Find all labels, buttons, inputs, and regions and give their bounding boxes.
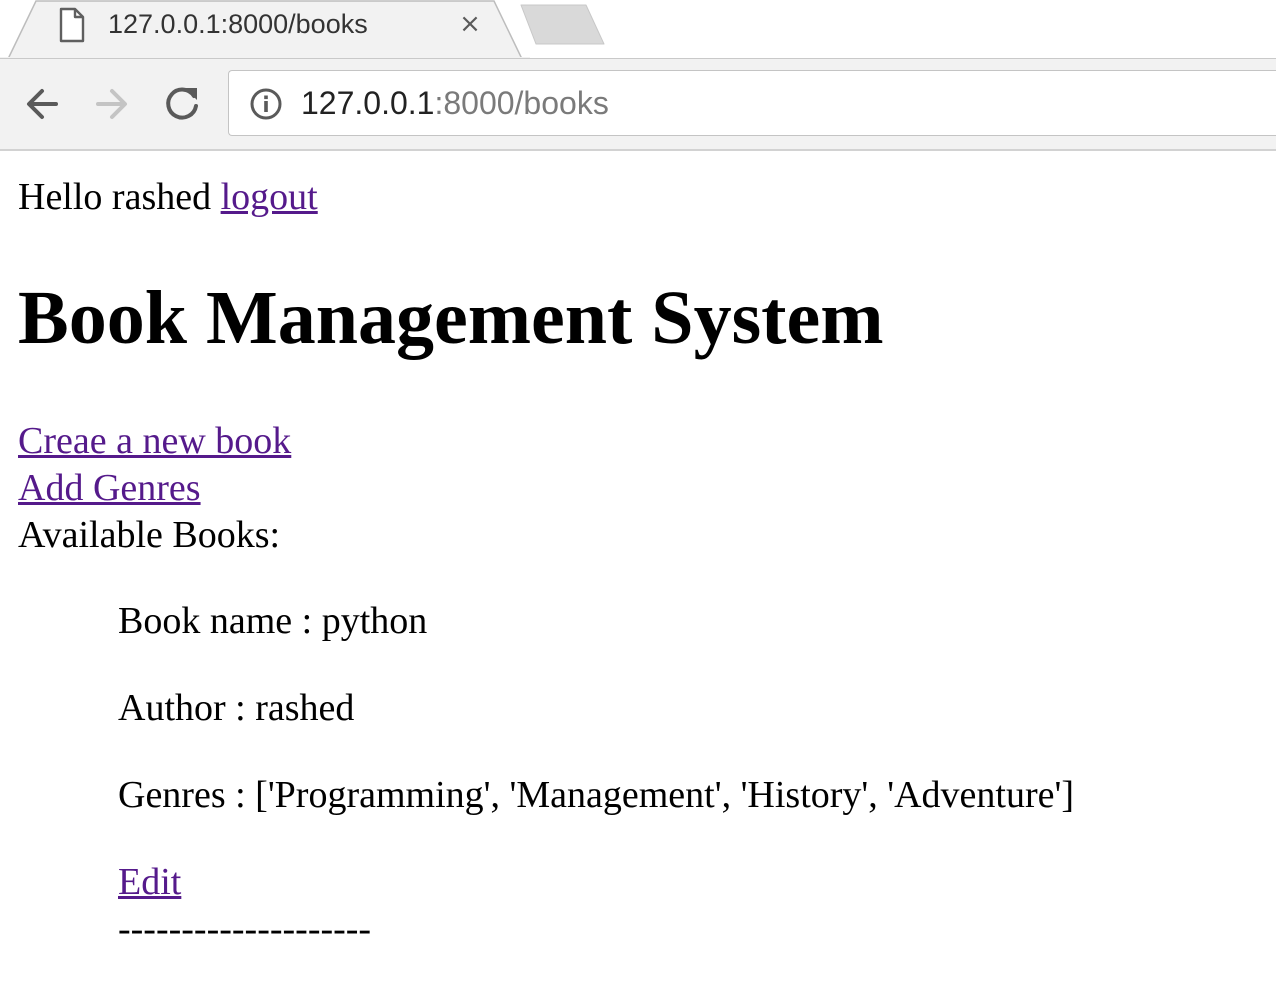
- new-tab-icon[interactable]: [520, 4, 606, 48]
- info-icon[interactable]: [249, 87, 283, 121]
- browser-tab-strip: 127.0.0.1:8000/books ×: [0, 0, 1276, 60]
- back-arrow-icon[interactable]: [18, 80, 66, 128]
- greeting-text: Hello rashed: [18, 176, 212, 218]
- address-bar[interactable]: 127.0.0.1:8000/books: [228, 70, 1276, 136]
- browser-toolbar: 127.0.0.1:8000/books: [0, 59, 1276, 149]
- tab-title: 127.0.0.1:8000/books: [108, 9, 368, 39]
- forward-arrow-icon[interactable]: [88, 80, 136, 128]
- create-book-link[interactable]: Creae a new book: [18, 419, 291, 463]
- toolbar-divider: [0, 149, 1276, 151]
- book-genres: Genres : ['Programming', 'Management', '…: [118, 774, 1074, 816]
- page-icon: [59, 7, 85, 43]
- page-title: Book Management System: [18, 276, 884, 360]
- url-text[interactable]: 127.0.0.1:8000/books: [301, 85, 609, 121]
- greeting-line: Hello rashed logout: [18, 175, 318, 219]
- logout-link[interactable]: logout: [221, 176, 318, 218]
- book-author: Author : rashed: [118, 687, 355, 729]
- reload-icon[interactable]: [158, 80, 206, 128]
- url-path: :8000/books: [434, 85, 609, 121]
- url-host: 127.0.0.1: [301, 85, 435, 121]
- book-separator: --------------------: [118, 908, 372, 950]
- edit-book-link[interactable]: Edit: [118, 860, 181, 904]
- add-genres-link[interactable]: Add Genres: [18, 466, 201, 510]
- close-icon[interactable]: ×: [454, 8, 486, 40]
- book-name: Book name : python: [118, 600, 428, 642]
- available-books-label: Available Books:: [18, 514, 281, 556]
